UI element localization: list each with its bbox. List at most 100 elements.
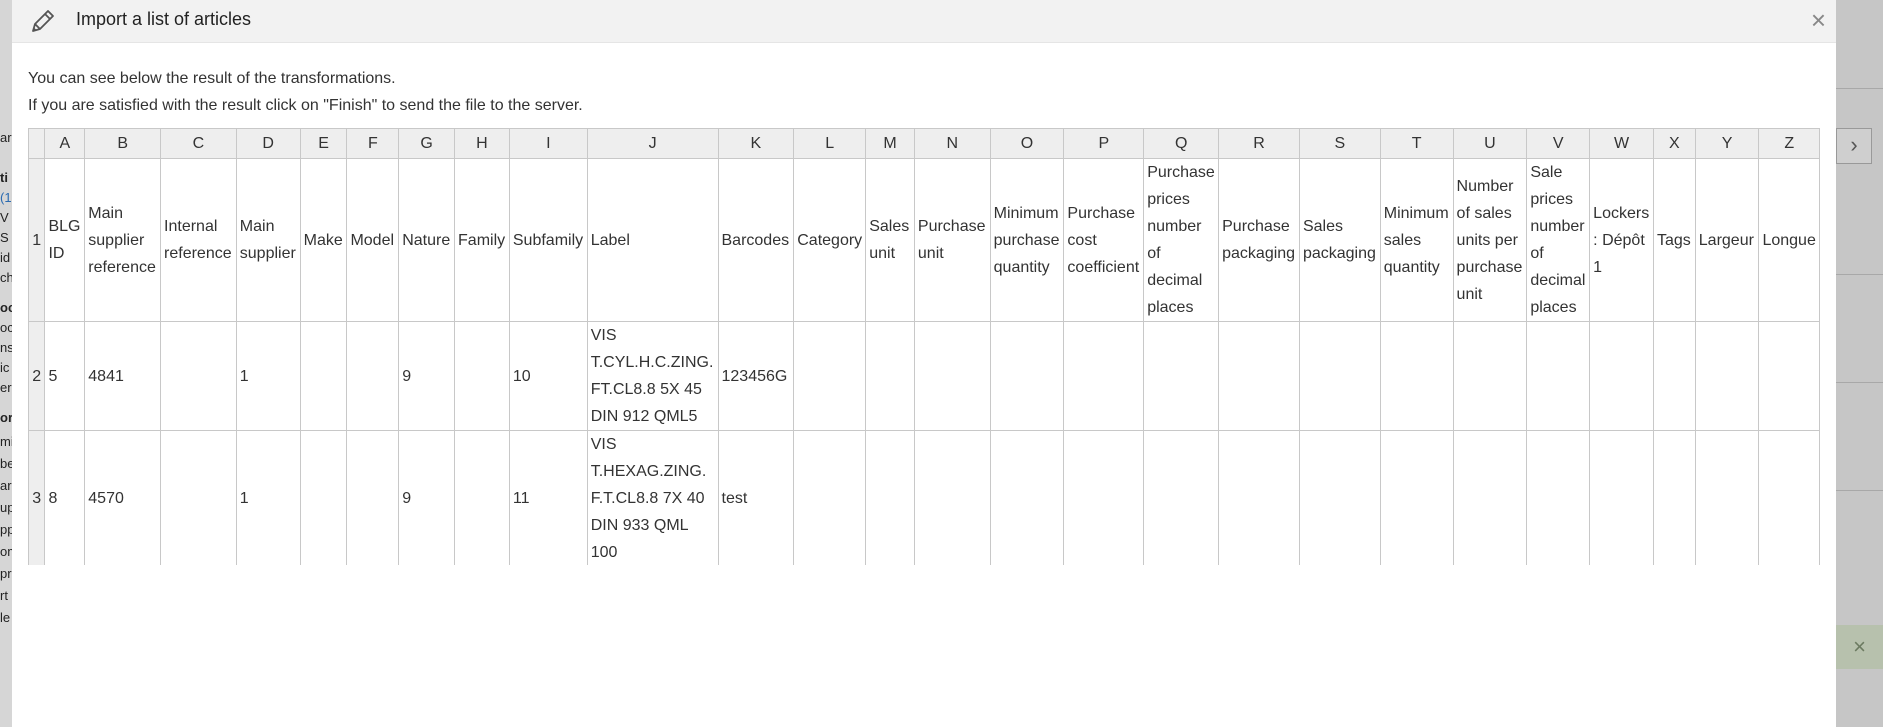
table-cell: Number of sales units per purchase unit [1452, 158, 1528, 322]
table-cell: 9 [398, 430, 456, 565]
modal-title: Import a list of articles [76, 9, 252, 29]
column-letter: W [1589, 128, 1654, 159]
column-letter: P [1063, 128, 1145, 159]
column-letter: T [1379, 128, 1454, 159]
table-cell [1298, 430, 1381, 565]
table-cell [989, 430, 1065, 565]
table-cell: 10 [508, 321, 588, 431]
table-cell [1218, 430, 1300, 565]
toast-close-icon[interactable]: × [1836, 625, 1883, 669]
table-cell: 8 [44, 430, 86, 565]
table-cell [1379, 321, 1454, 431]
background-text: er [0, 380, 12, 395]
table-cell: VIS T.CYL.H.C.ZING. FT.CL8.8 5X 45 DIN 9… [586, 321, 719, 431]
table-cell: Sale prices number of decimal places [1526, 158, 1591, 322]
column-letter: L [793, 128, 867, 159]
close-icon[interactable]: × [1811, 6, 1826, 34]
import-articles-modal: Import a list of articles × You can see … [12, 0, 1836, 727]
table-cell [1526, 430, 1591, 565]
background-text: id [0, 250, 11, 265]
table-cell [454, 430, 510, 565]
row-number: 1 [28, 158, 46, 322]
table-cell [1379, 430, 1454, 565]
table-cell [160, 430, 237, 565]
column-letter: E [299, 128, 348, 159]
table-cell [346, 321, 400, 431]
corner-cell [28, 128, 46, 159]
table-cell: Minimum purchase quantity [989, 158, 1065, 322]
table-cell [1589, 321, 1654, 431]
table-cell: Main supplier [235, 158, 301, 322]
background-divider [1836, 490, 1883, 491]
background-text: pr [0, 566, 12, 581]
table-cell: Model [346, 158, 400, 322]
table-cell [1452, 430, 1528, 565]
table-cell [1143, 321, 1220, 431]
table-row: 2 5 4841 1 9 10 VIS T.CYL.H.C.ZING. FT.C… [28, 321, 1820, 431]
column-letter: O [989, 128, 1065, 159]
table-cell [1143, 430, 1220, 565]
table-cell: 1 [235, 430, 301, 565]
table-cell [793, 430, 867, 565]
column-letter: Z [1758, 128, 1820, 159]
table-cell: Largeur [1694, 158, 1760, 322]
table-cell: BLG ID [44, 158, 86, 322]
table-cell: Label [586, 158, 719, 322]
table-cell: test [717, 430, 795, 565]
table-cell: 1 [235, 321, 301, 431]
table-cell: Minimum sales quantity [1379, 158, 1454, 322]
table-cell [913, 321, 991, 431]
background-divider [1836, 274, 1883, 275]
background-divider [1836, 88, 1883, 89]
table-cell [454, 321, 510, 431]
table-cell: 9 [398, 321, 456, 431]
pencil-icon [32, 10, 54, 32]
column-letter: Y [1694, 128, 1760, 159]
table-cell: 11 [508, 430, 588, 565]
column-letter: R [1218, 128, 1300, 159]
table-cell [865, 430, 915, 565]
column-letter-row: A B C D E F G H I J K L M N O P Q R S T … [28, 128, 1820, 159]
table-cell [1218, 321, 1300, 431]
table-cell [1694, 321, 1760, 431]
table-cell: 4841 [84, 321, 162, 431]
table-row: 3 8 4570 1 9 11 VIS T.HEXAG.ZING. F.T.CL… [28, 430, 1820, 565]
table-cell [299, 321, 348, 431]
column-letter: F [346, 128, 400, 159]
table-cell: Subfamily [508, 158, 588, 322]
table-cell: Sales unit [865, 158, 915, 322]
column-letter: B [84, 128, 162, 159]
table-cell: Family [454, 158, 510, 322]
modal-header: Import a list of articles × [12, 0, 1836, 43]
table-cell [1694, 430, 1760, 565]
table-cell: Longue [1758, 158, 1820, 322]
column-letter: U [1452, 128, 1528, 159]
table-cell [346, 430, 400, 565]
table-cell [1452, 321, 1528, 431]
column-letter: K [717, 128, 795, 159]
table-cell [793, 321, 867, 431]
column-letter: M [865, 128, 915, 159]
column-letter: X [1653, 128, 1696, 159]
table-cell: Purchase unit [913, 158, 991, 322]
table-row: 1 BLG ID Main supplier reference Interna… [28, 158, 1820, 322]
column-letter: Q [1143, 128, 1220, 159]
column-letter: A [44, 128, 86, 159]
table-cell: Purchase prices number of decimal places [1143, 158, 1220, 322]
background-text: (1 [0, 190, 12, 205]
column-letter: V [1526, 128, 1591, 159]
background-text: V [0, 210, 9, 225]
table-cell: VIS T.HEXAG.ZING. F.T.CL8.8 7X 40 DIN 93… [586, 430, 719, 565]
table-cell: Purchase cost coefficient [1063, 158, 1145, 322]
chevron-right-icon[interactable]: › [1836, 128, 1872, 164]
intro-line: You can see below the result of the tran… [28, 70, 396, 87]
table-cell [1758, 321, 1820, 431]
table-cell [1589, 430, 1654, 565]
preview-table-container[interactable]: A B C D E F G H I J K L M N O P Q R S T … [28, 128, 1820, 565]
background-right-panel [1836, 0, 1883, 727]
column-letter: S [1298, 128, 1381, 159]
table-cell: Category [793, 158, 867, 322]
table-cell: 123456G [717, 321, 795, 431]
column-letter: N [913, 128, 991, 159]
row-number: 3 [28, 430, 46, 565]
